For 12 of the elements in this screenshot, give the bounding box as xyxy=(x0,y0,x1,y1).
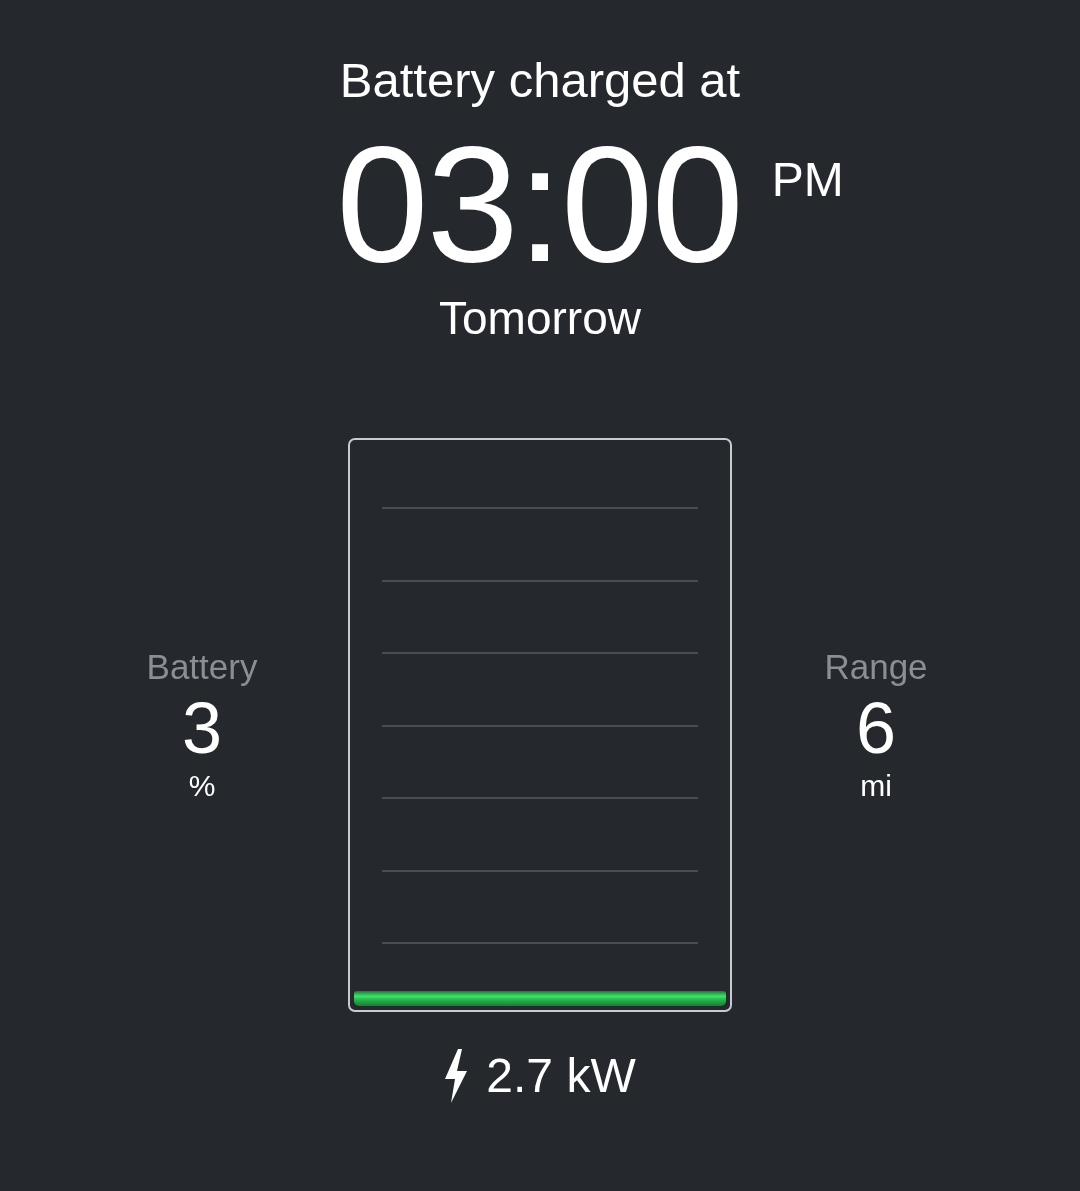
charge-time: 03:00 xyxy=(336,124,742,284)
stat-value: 3 xyxy=(181,688,222,768)
stat-label: Range xyxy=(824,646,928,688)
time-meridiem: PM xyxy=(771,152,844,208)
stat-label: Battery xyxy=(146,646,258,688)
stat-value: 6 xyxy=(855,688,896,768)
charge-title: Battery charged at xyxy=(339,52,741,109)
lightning-icon xyxy=(444,1049,469,1103)
charge-day: Tomorrow xyxy=(439,290,641,346)
charging-power: 2.7 kW xyxy=(486,1048,636,1104)
stat-unit: mi xyxy=(860,768,892,804)
stat-unit: % xyxy=(188,768,216,804)
